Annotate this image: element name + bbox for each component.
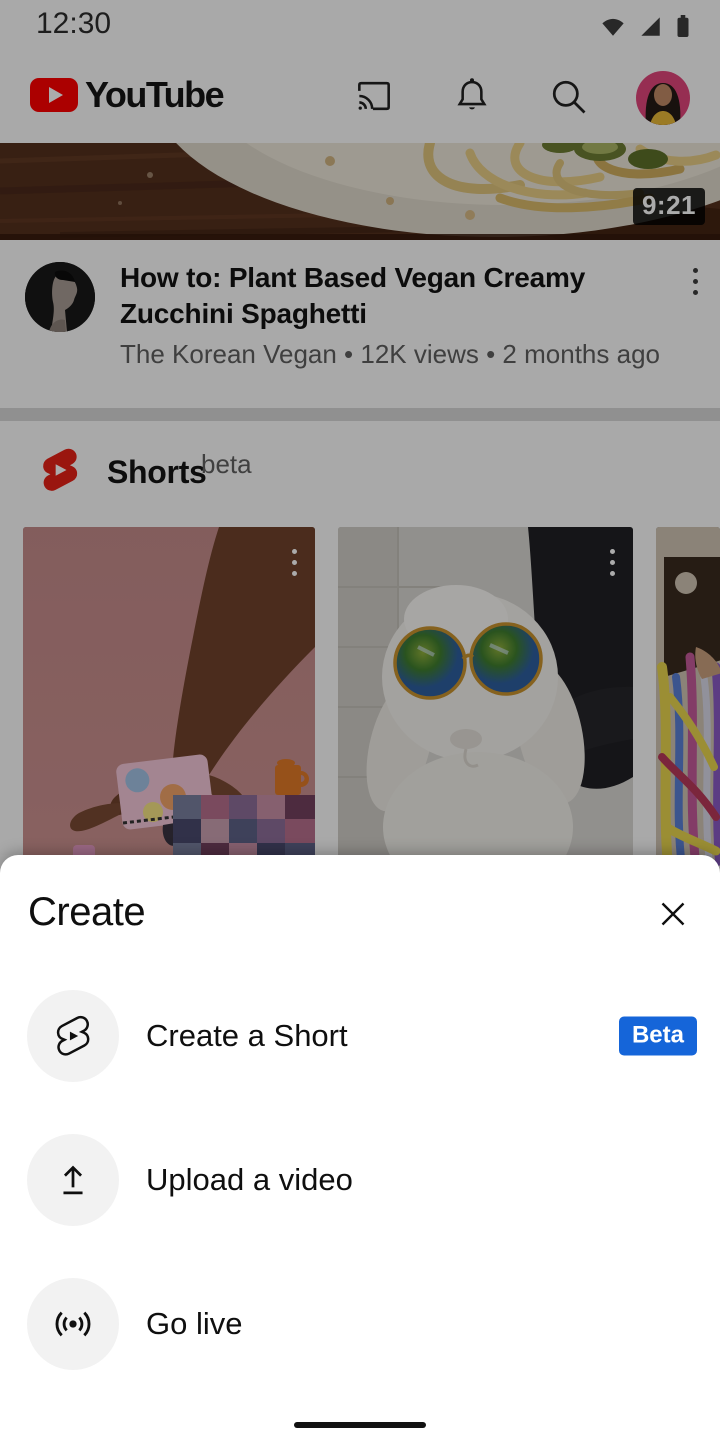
menu-item-upload-video[interactable]: Upload a video (0, 1134, 720, 1226)
create-bottom-sheet: Create Create a Short Beta (0, 855, 720, 1440)
go-live-icon (27, 1278, 119, 1370)
home-indicator-bar[interactable] (294, 1422, 426, 1428)
menu-item-label: Upload a video (146, 1162, 353, 1198)
shorts-outline-icon (27, 990, 119, 1082)
sheet-title: Create (28, 890, 145, 935)
menu-item-label: Go live (146, 1306, 242, 1342)
upload-icon (27, 1134, 119, 1226)
close-icon[interactable] (654, 895, 692, 933)
menu-item-go-live[interactable]: Go live (0, 1278, 720, 1370)
menu-item-create-short[interactable]: Create a Short Beta (0, 990, 720, 1082)
youtube-app-screen: 12:30 YouTube (0, 0, 720, 1440)
beta-badge: Beta (619, 1017, 697, 1056)
menu-item-label: Create a Short (146, 1018, 348, 1054)
